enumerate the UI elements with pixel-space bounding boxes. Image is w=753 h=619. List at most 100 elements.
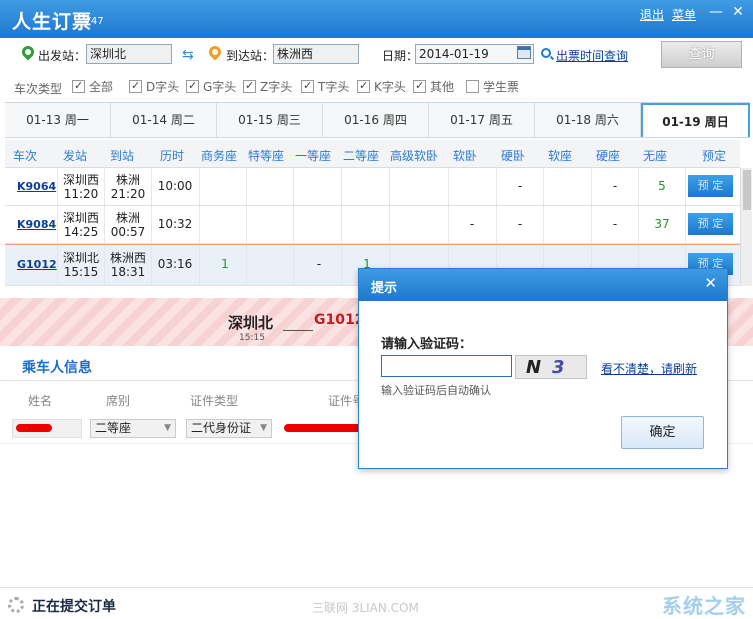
tab-date-0113[interactable]: 01-13 周一 xyxy=(5,103,111,137)
date-tabs: 01-13 周一 01-14 周二 01-15 周三 01-16 周四 01-1… xyxy=(5,102,750,138)
first-class-count: - xyxy=(316,257,322,271)
destination-pin-icon xyxy=(206,43,224,61)
col-soft-seat: 软座 xyxy=(548,149,573,163)
col-seat-type: 席别 xyxy=(106,394,131,408)
tab-date-0117[interactable]: 01-17 周五 xyxy=(429,103,535,137)
watermark-site: 三联网 3LIAN.COM xyxy=(312,601,419,615)
duration: 10:00 xyxy=(157,179,193,193)
col-soft-sleeper: 软卧 xyxy=(453,149,478,163)
filter-d-checkbox[interactable]: D字头 xyxy=(129,79,179,94)
from-station-input[interactable]: 深圳北 xyxy=(86,44,172,64)
redacted-id-number xyxy=(284,424,362,432)
status-bar: 正在提交订单 三联网 3LIAN.COM 系统之家 xyxy=(0,587,753,619)
captcha-label: 请输入验证码： xyxy=(381,337,473,352)
dialog-title: 提示 xyxy=(371,281,398,296)
col-train: 车次 xyxy=(13,149,38,163)
banner-departure-time: 15:15 xyxy=(239,333,265,343)
minimize-icon[interactable]: — xyxy=(706,4,726,20)
hard-seat-count: - xyxy=(612,217,618,231)
tab-date-0116[interactable]: 01-16 周四 xyxy=(323,103,429,137)
to-label: 到达站： xyxy=(226,49,275,63)
filter-student-checkbox[interactable]: 学生票 xyxy=(466,80,519,94)
from-station: 深圳西 xyxy=(62,211,99,225)
id-type-select[interactable]: 二代身份证 ▼ xyxy=(186,419,272,438)
col-duration: 历时 xyxy=(160,149,185,163)
book-button[interactable]: 预 定 xyxy=(688,175,733,197)
scroll-thumb[interactable] xyxy=(743,170,751,210)
logout-link[interactable]: 退出 xyxy=(640,6,664,23)
captcha-dialog: 提示 ✕ 请输入验证码： N 3 看不清楚，请刷新 输入验证码后自动确认 确定 xyxy=(358,268,728,469)
tab-date-0119[interactable]: 01-19 周日 xyxy=(641,103,750,137)
train-number-link[interactable]: K9084 xyxy=(17,218,56,231)
ok-button[interactable]: 确定 xyxy=(621,416,704,449)
tab-date-0115[interactable]: 01-15 周三 xyxy=(217,103,323,137)
departure-time: 11:20 xyxy=(63,187,99,201)
train-row-k9084[interactable]: K9084 深圳西 14:25 株洲 00:57 10:32 - - - 37 … xyxy=(5,206,740,244)
filter-z-checkbox[interactable]: Z字头 xyxy=(243,79,292,94)
book-button[interactable]: 预 定 xyxy=(688,213,733,235)
train-table-header: 车次 发站 到站 历时 商务座 特等座 一等座 二等座 高级软卧 软卧 硬卧 软… xyxy=(5,140,740,168)
banner-train-number: G1012 xyxy=(314,312,365,328)
filter-other-checkbox[interactable]: 其他 xyxy=(413,79,454,94)
ticket-time-query-link[interactable]: 出票时间查询 xyxy=(556,47,628,64)
col-premium-soft-sleeper: 高级软卧 xyxy=(390,149,439,163)
from-station: 深圳北 xyxy=(62,251,99,265)
captcha-input[interactable] xyxy=(381,355,512,377)
filter-title: 车次类型 xyxy=(14,82,63,96)
hard-seat-count: - xyxy=(612,179,618,193)
close-icon[interactable]: ✕ xyxy=(728,4,748,20)
checkbox-icon xyxy=(466,80,479,93)
checkbox-icon xyxy=(72,79,85,93)
train-number-link[interactable]: G1012 xyxy=(17,258,57,271)
from-label: 出发站： xyxy=(38,49,87,63)
redacted-name xyxy=(16,424,52,432)
query-button[interactable]: 查询 xyxy=(661,41,742,68)
loading-spinner-icon xyxy=(8,597,24,613)
col-second: 二等座 xyxy=(343,149,380,163)
date-label: 日期： xyxy=(382,49,419,63)
train-number-link[interactable]: K9064 xyxy=(17,180,56,193)
arrival-time: 00:57 xyxy=(110,225,146,239)
checkbox-icon xyxy=(186,79,199,93)
app-version: V47 xyxy=(84,16,104,27)
col-id-type: 证件类型 xyxy=(190,394,239,408)
table-scrollbar[interactable] xyxy=(740,168,752,286)
col-first: 一等座 xyxy=(295,149,332,163)
tab-date-0114[interactable]: 01-14 周二 xyxy=(111,103,217,137)
filter-t-checkbox[interactable]: T字头 xyxy=(301,79,349,94)
col-hard-seat: 硬座 xyxy=(596,149,621,163)
train-row-k9064[interactable]: K9064 深圳西 11:20 株洲 21:20 10:00 - - 5 预 定 xyxy=(5,168,740,206)
hard-sleeper-count: - xyxy=(517,179,523,193)
dialog-close-icon[interactable]: ✕ xyxy=(704,274,717,292)
checkbox-icon xyxy=(301,79,314,93)
to-station-input[interactable]: 株洲西 xyxy=(273,44,359,64)
banner-route-line xyxy=(283,330,313,331)
tab-date-0118[interactable]: 01-18 周六 xyxy=(535,103,641,137)
watermark-tag: 系统之家 xyxy=(662,594,746,618)
menu-link[interactable]: 菜单 xyxy=(672,6,696,23)
filter-all-checkbox[interactable]: 全部 xyxy=(72,79,113,94)
col-book: 预定 xyxy=(702,149,727,163)
origin-pin-icon xyxy=(19,43,37,61)
col-no-seat: 无座 xyxy=(643,149,668,163)
filter-k-checkbox[interactable]: K字头 xyxy=(357,79,406,94)
captcha-refresh-link[interactable]: 看不清楚，请刷新 xyxy=(601,360,697,377)
filter-g-checkbox[interactable]: G字头 xyxy=(186,79,236,94)
swap-stations-icon[interactable]: ⇆ xyxy=(182,47,194,63)
status-text: 正在提交订单 xyxy=(32,599,116,615)
arrival-time: 21:20 xyxy=(110,187,146,201)
to-station: 株洲 xyxy=(115,173,140,187)
to-station: 株洲 xyxy=(115,211,140,225)
captcha-image[interactable]: N 3 xyxy=(515,355,587,379)
seat-type-select[interactable]: 二等座 ▼ xyxy=(90,419,176,438)
title-bar: 人生订票 V47 退出 菜单 — ✕ xyxy=(0,0,753,38)
checkbox-icon xyxy=(129,79,142,93)
passenger-info-title: 乘车人信息 xyxy=(22,360,92,376)
dropdown-arrow-icon: ▼ xyxy=(260,423,267,433)
col-special: 特等座 xyxy=(248,149,285,163)
calendar-icon[interactable] xyxy=(517,46,531,59)
no-seat-count: 37 xyxy=(654,217,670,231)
search-bar: 出发站： 深圳北 ⇆ 到达站： 株洲西 日期： 2014-01-19 出票时间查… xyxy=(0,38,753,72)
col-business: 商务座 xyxy=(201,149,238,163)
col-to: 到站 xyxy=(110,149,135,163)
